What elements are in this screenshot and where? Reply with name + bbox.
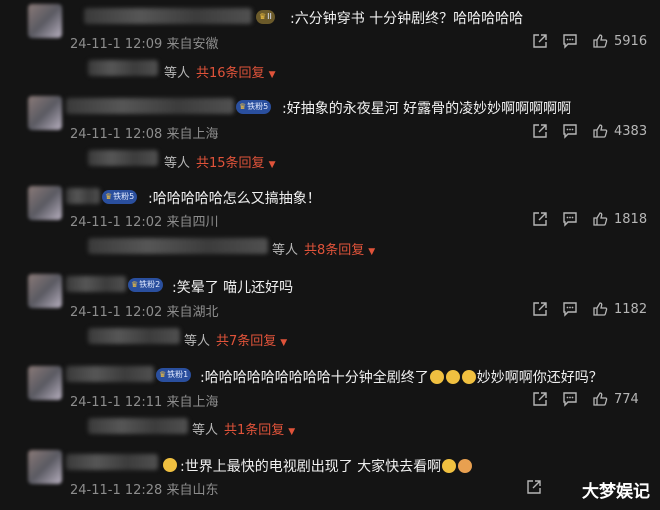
comment-actions: 774 [518, 391, 648, 407]
laughing-emoji-icon [429, 370, 444, 384]
flexed-biceps-emoji-icon [458, 459, 473, 473]
caret-down-icon[interactable]: ▼ [280, 338, 287, 348]
replies-summary[interactable]: 等人 共15条回复 ▼ [164, 152, 275, 171]
fan-badge: ♛铁粉1 [156, 368, 192, 382]
thumbs-up-icon[interactable] [592, 33, 608, 49]
avatar[interactable] [28, 450, 62, 484]
comment-icon[interactable] [562, 123, 578, 139]
comment-date: 24-11-1 12:28 来自山东 [70, 483, 219, 498]
username-blurred[interactable] [84, 8, 252, 24]
comment-text: :世界上最快的电视剧出现了 大家快去看啊 [180, 456, 473, 476]
laughing-emoji-icon [442, 459, 457, 473]
like-count: 774 [614, 391, 639, 407]
comment-icon[interactable] [562, 391, 578, 407]
like-count: 1182 [614, 301, 648, 317]
comment-text: :哈哈哈哈哈怎么又搞抽象！ [148, 191, 321, 207]
replier-names-blurred [88, 328, 180, 344]
replies-summary[interactable]: 等人 共8条回复 ▼ [272, 239, 375, 258]
share-icon[interactable] [532, 301, 548, 317]
username-blurred[interactable] [66, 188, 100, 204]
replier-names-blurred [88, 238, 268, 254]
like-count: 4383 [614, 123, 648, 139]
like-count: 5916 [614, 33, 648, 49]
caret-down-icon[interactable]: ▼ [288, 427, 295, 437]
share-icon[interactable] [532, 211, 548, 227]
avatar[interactable] [28, 186, 62, 220]
username-blurred[interactable] [66, 366, 154, 382]
comment-date: 24-11-1 12:08 来自上海 [70, 127, 219, 142]
comment-item: ♛铁粉1 :哈哈哈哈哈哈哈哈哈十分钟全剧终了 妙妙啊啊你还好吗？ 24-11-1 … [0, 362, 660, 442]
avatar[interactable] [28, 366, 62, 400]
share-icon[interactable] [526, 479, 542, 495]
comment-text: :哈哈哈哈哈哈哈哈哈十分钟全剧终了 妙妙啊啊你还好吗？ [200, 370, 603, 386]
comment-actions: 5916 [518, 33, 648, 49]
fan-badge: ♛铁粉5 [236, 100, 272, 114]
comment-text: :笑晕了 喵儿还好吗 [172, 280, 294, 296]
avatar[interactable] [28, 4, 62, 38]
laughing-emoji-icon [445, 370, 460, 384]
replies-summary[interactable]: 等人 共16条回复 ▼ [164, 62, 275, 81]
share-icon[interactable] [532, 391, 548, 407]
thumbs-up-icon[interactable] [592, 391, 608, 407]
comment-text: :好抽象的永夜星河 好露骨的凌妙妙啊啊啊啊啊 [282, 101, 572, 117]
replier-names-blurred [88, 60, 158, 76]
comment-icon[interactable] [562, 33, 578, 49]
comment-actions [512, 479, 542, 495]
avatar[interactable] [28, 96, 62, 130]
comment-item: ♛铁粉5 :哈哈哈哈哈怎么又搞抽象！ 24-11-1 12:02 来自四川 18… [0, 182, 660, 268]
crown-badge-icon [163, 458, 177, 472]
thumbs-up-icon[interactable] [592, 301, 608, 317]
comment-date: 24-11-1 12:02 来自湖北 [70, 305, 219, 320]
laughing-emoji-icon [461, 370, 476, 384]
fan-badge: ♛II [256, 10, 275, 24]
comment-actions: 4383 [518, 123, 648, 139]
replies-summary[interactable]: 等人 共1条回复 ▼ [192, 419, 295, 438]
replier-names-blurred [88, 418, 188, 434]
crown-icon: ♛ [239, 102, 247, 111]
comment-date: 24-11-1 12:11 来自上海 [70, 395, 219, 410]
comment-icon[interactable] [562, 211, 578, 227]
avatar[interactable] [28, 274, 62, 308]
username-blurred[interactable] [66, 98, 234, 114]
comment-item: :世界上最快的电视剧出现了 大家快去看啊 24-11-1 12:28 来自山东 [0, 448, 660, 510]
caret-down-icon[interactable]: ▼ [368, 247, 375, 257]
comment-date: 24-11-1 12:02 来自四川 [70, 215, 219, 230]
like-count: 1818 [614, 211, 648, 227]
caret-down-icon[interactable]: ▼ [269, 70, 276, 80]
share-icon[interactable] [532, 123, 548, 139]
comment-item: ♛铁粉5 :好抽象的永夜星河 好露骨的凌妙妙啊啊啊啊啊 24-11-1 12:0… [0, 90, 660, 178]
comment-item: ♛II :六分钟穿书 十分钟剧终？哈哈哈哈哈 24-11-1 12:09 来自安… [0, 0, 660, 85]
replies-summary[interactable]: 等人 共7条回复 ▼ [184, 330, 287, 349]
crown-icon: ♛ [131, 280, 139, 289]
comment-text: :六分钟穿书 十分钟剧终？哈哈哈哈哈 [290, 11, 524, 27]
comment-actions: 1182 [518, 301, 648, 317]
comment-actions: 1818 [518, 211, 648, 227]
username-blurred[interactable] [66, 454, 158, 470]
fan-badge: ♛铁粉5 [102, 190, 138, 204]
comment-date: 24-11-1 12:09 来自安徽 [70, 37, 219, 52]
watermark: 大梦娱记 [582, 482, 650, 502]
crown-icon: ♛ [159, 370, 167, 379]
comment-item: ♛铁粉2 :笑晕了 喵儿还好吗 24-11-1 12:02 来自湖北 1182 … [0, 272, 660, 357]
fan-badge: ♛铁粉2 [128, 278, 164, 292]
username-blurred[interactable] [66, 276, 126, 292]
crown-icon: ♛ [105, 192, 113, 201]
caret-down-icon[interactable]: ▼ [269, 160, 276, 170]
thumbs-up-icon[interactable] [592, 211, 608, 227]
comment-icon[interactable] [562, 301, 578, 317]
replier-names-blurred [88, 150, 158, 166]
thumbs-up-icon[interactable] [592, 123, 608, 139]
share-icon[interactable] [532, 33, 548, 49]
crown-icon: ♛ [259, 12, 267, 21]
